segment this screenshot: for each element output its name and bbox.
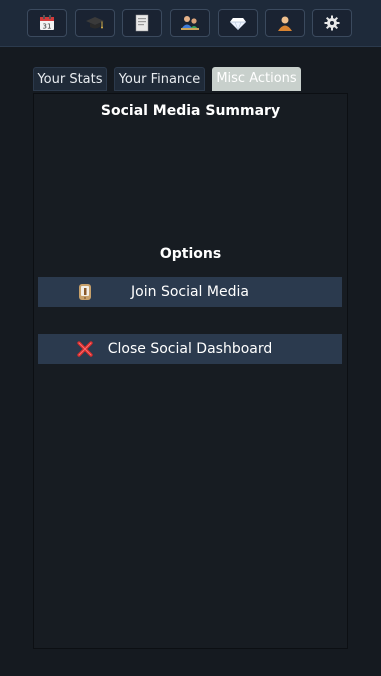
education-button[interactable]	[75, 9, 115, 37]
relationships-button[interactable]	[170, 9, 210, 37]
tab-misc-actions[interactable]: Misc Actions	[212, 67, 301, 91]
tab-your-stats[interactable]: Your Stats	[33, 67, 107, 91]
calendar-icon: 31	[40, 15, 54, 31]
options-heading: Options	[159, 246, 222, 262]
graduation-cap-icon	[86, 17, 104, 29]
misc-actions-panel: Social Media Summary Options Join Social…	[33, 93, 348, 649]
profile-button[interactable]	[265, 9, 305, 37]
svg-text:31: 31	[43, 23, 52, 31]
social-media-summary-title: Social Media Summary	[100, 103, 281, 119]
documents-button[interactable]	[122, 9, 162, 37]
close-social-dashboard-label: Close Social Dashboard	[107, 341, 273, 357]
settings-button[interactable]	[312, 9, 352, 37]
diamond-icon	[230, 18, 246, 31]
person-icon	[278, 16, 292, 31]
assets-button[interactable]	[218, 9, 258, 37]
join-social-media-button[interactable]: Join Social Media	[38, 277, 342, 307]
top-toolbar: 31	[0, 0, 381, 47]
calendar-button[interactable]: 31	[27, 9, 67, 37]
close-social-dashboard-button[interactable]: Close Social Dashboard	[38, 334, 342, 364]
gear-icon	[324, 15, 340, 31]
join-social-media-label: Join Social Media	[131, 284, 249, 300]
document-icon	[135, 14, 149, 32]
people-icon	[181, 16, 199, 30]
tab-your-finance[interactable]: Your Finance	[114, 67, 205, 91]
